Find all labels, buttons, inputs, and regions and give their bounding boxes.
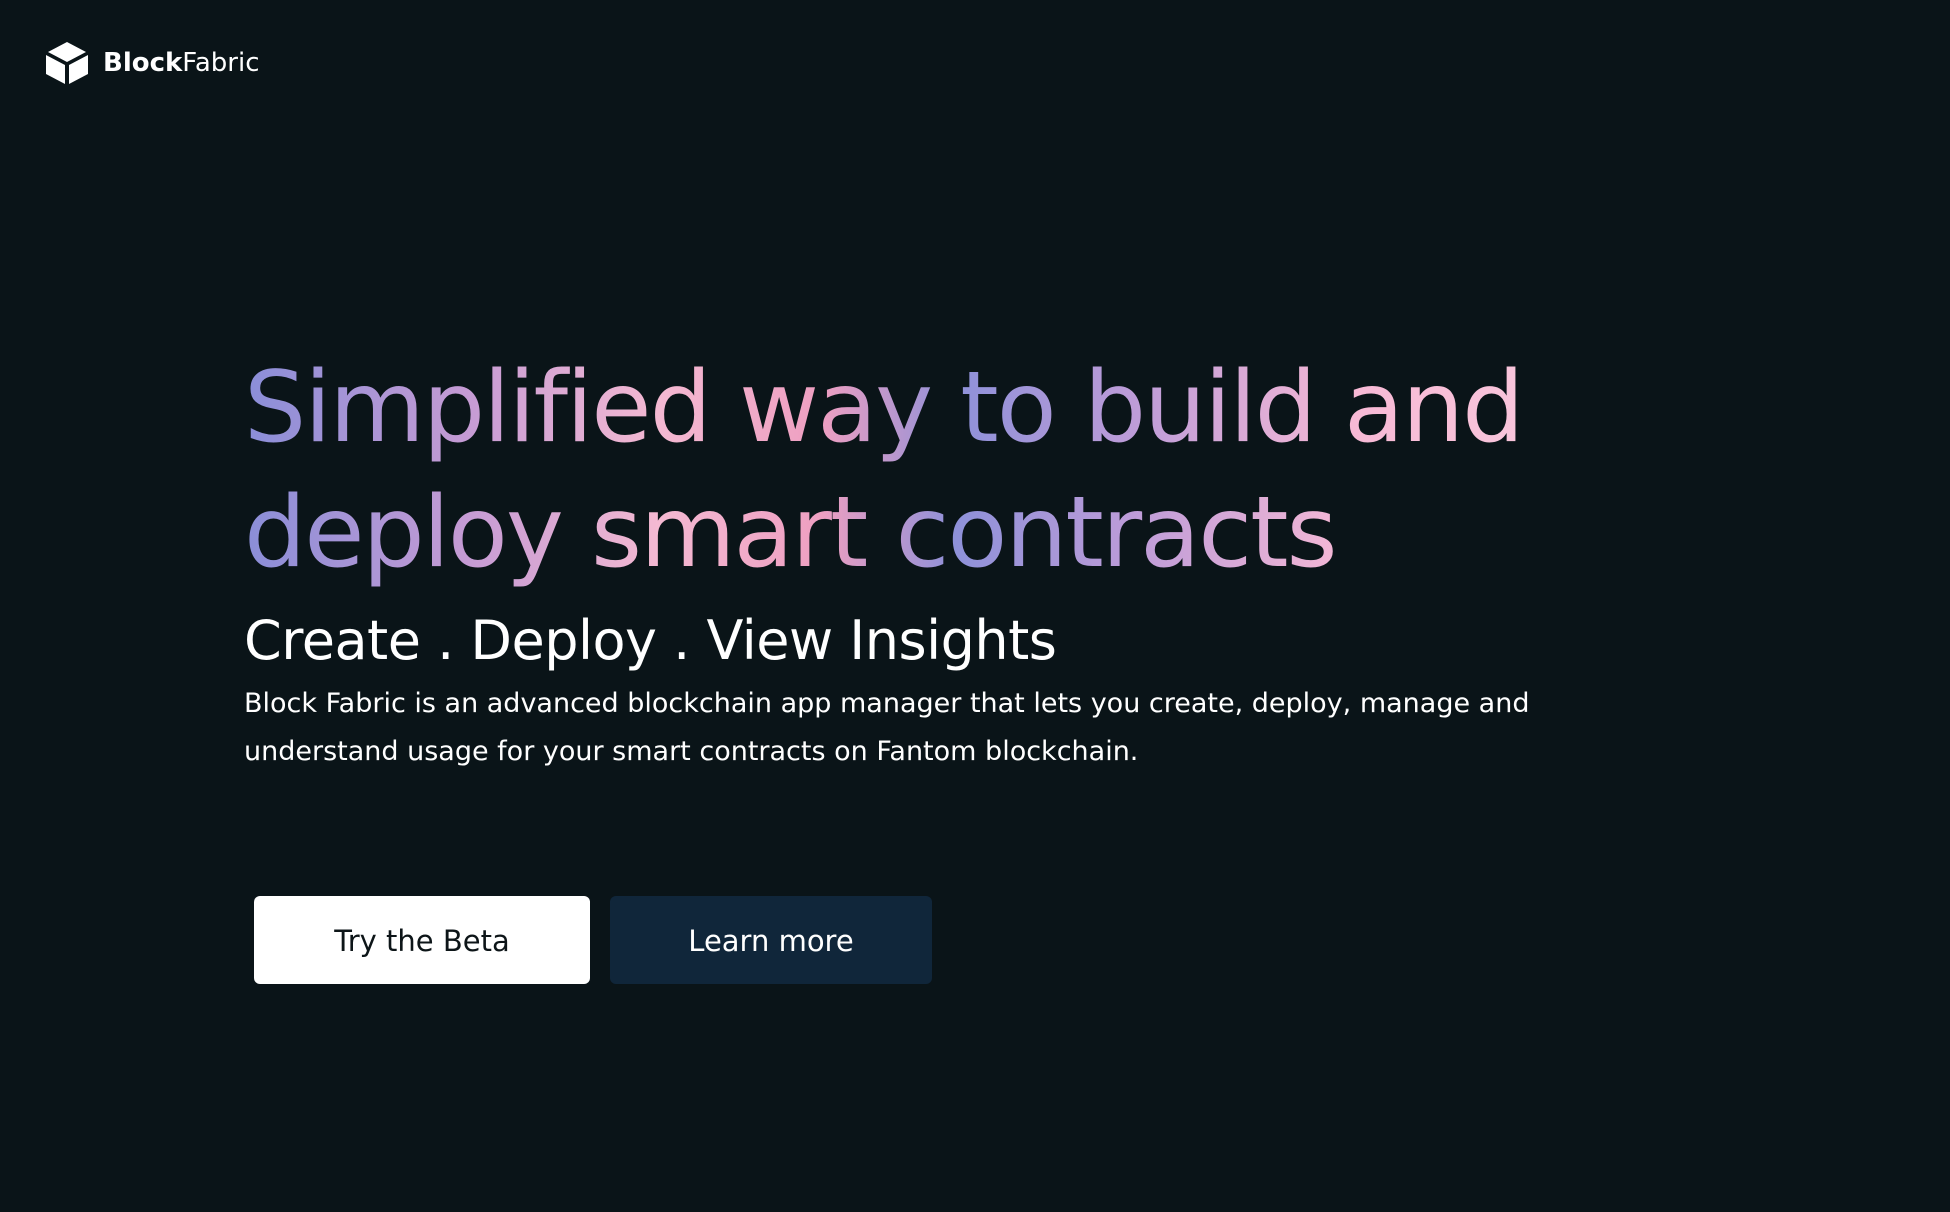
hero-description: Block Fabric is an advanced blockchain a… bbox=[244, 688, 1530, 767]
blockfabric-logo[interactable]: BlockFabric bbox=[44, 40, 260, 86]
logo-wordmark: BlockFabric bbox=[103, 50, 260, 76]
logo-wordmark-block: Block bbox=[103, 48, 183, 78]
logo-wordmark-fabric: Fabric bbox=[182, 48, 260, 78]
try-beta-button[interactable]: Try the Beta bbox=[254, 896, 590, 984]
learn-more-button[interactable]: Learn more bbox=[610, 896, 932, 984]
landing-page: BlockFabric Simplified way to build and … bbox=[0, 0, 1950, 1212]
hero-actions: Try the Beta Learn more bbox=[254, 896, 932, 984]
cube-icon bbox=[46, 42, 88, 84]
hero-headline: Simplified way to build and deploy smart… bbox=[244, 346, 1724, 596]
hero-section: Simplified way to build and deploy smart… bbox=[244, 346, 1724, 776]
hero-tagline: Create . Deploy . View Insights bbox=[244, 609, 1057, 672]
hero-headline-line-2: deploy smart contracts bbox=[244, 476, 1336, 590]
hero-headline-line-1: Simplified way to build and bbox=[244, 351, 1523, 465]
